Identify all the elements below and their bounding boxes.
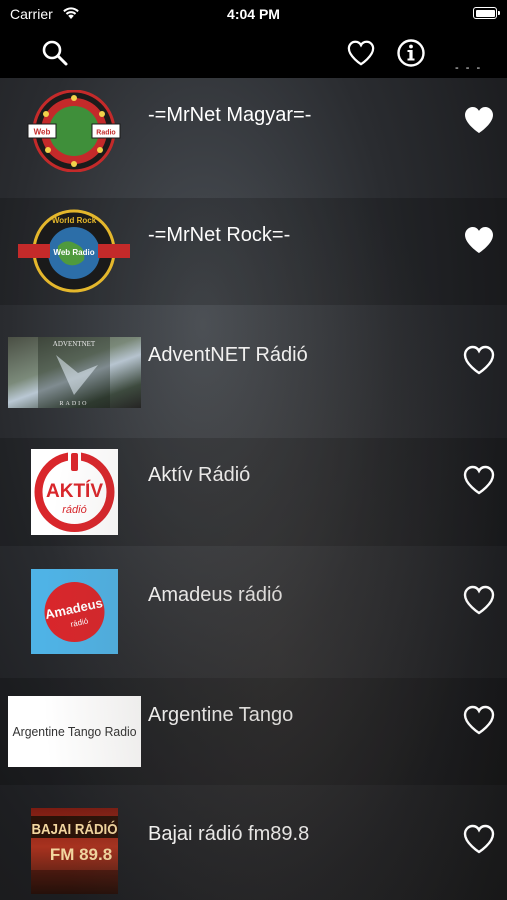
logo-text: Radio <box>96 130 115 137</box>
station-row[interactable]: Argentine Tango Radio Argentine Tango <box>0 678 507 785</box>
favorite-toggle[interactable] <box>462 704 496 736</box>
station-row[interactable]: World Rock Web Radio -=MrNet Rock=- <box>0 198 507 305</box>
info-icon <box>397 39 425 67</box>
station-name: Amadeus rádió <box>148 584 283 606</box>
heart-outline-icon <box>463 705 495 735</box>
logo-text: Web Radio <box>53 248 94 257</box>
logo-text: Argentine Tango Radio <box>13 725 137 739</box>
status-bar: Carrier 4:04 PM <box>0 0 507 28</box>
heart-outline-icon <box>463 345 495 375</box>
station-row[interactable]: Amadeus rádió Amadeus rádió <box>0 546 507 678</box>
station-name: Argentine Tango <box>148 704 294 726</box>
station-row[interactable]: BAJAI RÁDIÓ FM 89.8 Bajai rádió fm89.8 <box>0 785 507 900</box>
logo-text: AKTÍV <box>46 480 103 502</box>
logo-text: BAJAI RÁDIÓ <box>32 820 118 838</box>
battery-icon <box>473 7 500 19</box>
clock: 4:04 PM <box>227 6 280 22</box>
argentine-tango-logo: Argentine Tango Radio <box>8 696 141 767</box>
aktiv-logo: AKTÍV rádió <box>31 449 118 535</box>
station-row[interactable]: ADVENTNET RADIO AdventNET Rádió <box>0 305 507 438</box>
heart-filled-icon <box>465 227 493 253</box>
heart-outline-icon <box>347 40 375 66</box>
adventnet-logo: ADVENTNET RADIO <box>8 337 141 408</box>
bajai-logo: BAJAI RÁDIÓ FM 89.8 <box>31 808 118 894</box>
heart-filled-icon <box>465 107 493 133</box>
logo-text: FM 89.8 <box>50 845 112 864</box>
station-name: -=MrNet Rock=- <box>148 224 291 246</box>
favorite-toggle[interactable] <box>462 823 496 855</box>
station-name: Aktív Rádió <box>148 464 251 486</box>
mrnet-rock-logo: World Rock Web Radio <box>16 208 132 294</box>
logo-text: World Rock <box>52 216 97 225</box>
favorite-toggle[interactable] <box>462 584 496 616</box>
nav-bar: - - - <box>0 28 507 78</box>
heart-outline-icon <box>463 585 495 615</box>
heart-outline-icon <box>463 824 495 854</box>
favorites-button[interactable] <box>346 38 376 68</box>
station-name: Bajai rádió fm89.8 <box>148 823 310 845</box>
more-indicator: - - - <box>455 62 483 74</box>
station-row[interactable]: AKTÍV rádió Aktív Rádió <box>0 438 507 546</box>
search-button[interactable] <box>40 38 70 68</box>
station-row[interactable]: Web Radio -=MrNet Magyar=- <box>0 78 507 198</box>
favorite-toggle[interactable] <box>462 224 496 256</box>
favorite-toggle[interactable] <box>462 344 496 376</box>
favorite-toggle[interactable] <box>462 104 496 136</box>
station-list: Web Radio -=MrNet Magyar=- World Rock We… <box>0 78 507 900</box>
mrnet-magyar-logo: Web Radio <box>24 90 124 172</box>
amadeus-logo: Amadeus rádió <box>31 569 118 654</box>
logo-text: Web <box>34 128 51 137</box>
info-button[interactable] <box>396 38 426 68</box>
logo-text: RADIO <box>60 401 89 407</box>
logo-text: ADVENTNET <box>53 340 96 348</box>
heart-outline-icon <box>463 465 495 495</box>
station-name: AdventNET Rádió <box>148 344 308 366</box>
logo-text: rádió <box>62 504 86 516</box>
search-icon <box>42 40 68 66</box>
station-name: -=MrNet Magyar=- <box>148 104 312 126</box>
favorite-toggle[interactable] <box>462 464 496 496</box>
